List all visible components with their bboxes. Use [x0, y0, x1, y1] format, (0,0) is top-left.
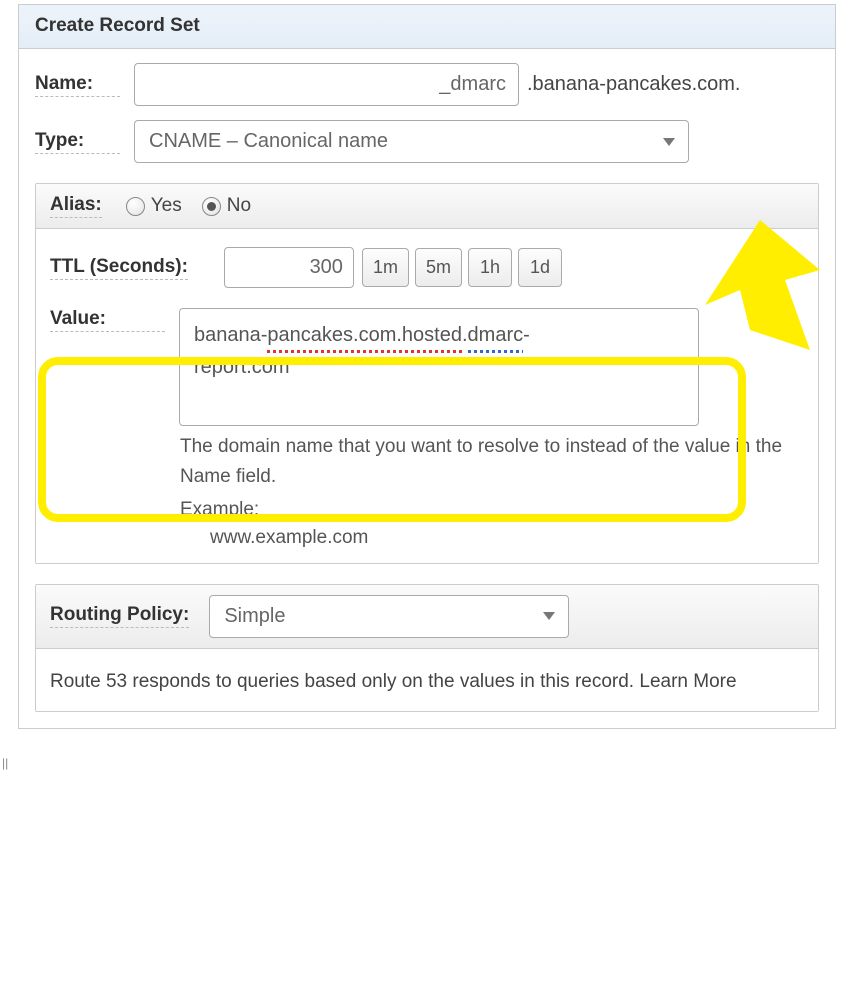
- alias-header: Alias: Yes No: [36, 184, 818, 229]
- value-example: www.example.com: [210, 527, 804, 549]
- routing-description: Route 53 responds to queries based only …: [50, 671, 639, 692]
- name-input[interactable]: [134, 63, 519, 106]
- value-row: Value: banana-pancakes.com.hosted.dmarc-…: [50, 308, 804, 426]
- alias-label: Alias:: [50, 194, 102, 218]
- type-row: Type: CNAME – Canonical name: [35, 120, 819, 163]
- learn-more-link[interactable]: Learn More: [639, 671, 736, 692]
- name-label: Name:: [35, 73, 120, 97]
- type-select[interactable]: CNAME – Canonical name: [134, 120, 689, 163]
- alias-no-label: No: [227, 195, 251, 217]
- routing-panel: Routing Policy: Simple Route 53 responds…: [35, 584, 819, 712]
- domain-suffix: .banana-pancakes.com.: [527, 73, 740, 96]
- ttl-preset-1m[interactable]: 1m: [362, 248, 409, 287]
- value-example-label: Example:: [180, 499, 804, 521]
- alias-yes-label: Yes: [151, 195, 182, 217]
- ttl-preset-1h[interactable]: 1h: [468, 248, 512, 287]
- value-label: Value:: [50, 308, 165, 332]
- alias-panel: Alias: Yes No TTL (Seconds): 1m 5m 1h 1d: [35, 183, 819, 564]
- ttl-input[interactable]: [224, 247, 354, 288]
- chevron-down-icon: [663, 138, 675, 146]
- routing-label: Routing Policy:: [50, 604, 189, 628]
- resize-handle-icon[interactable]: ||: [2, 756, 8, 770]
- routing-header: Routing Policy: Simple: [36, 585, 818, 649]
- routing-select[interactable]: Simple: [209, 595, 569, 638]
- value-textarea[interactable]: banana-pancakes.com.hosted.dmarc-report.…: [179, 308, 699, 426]
- name-row: Name: .banana-pancakes.com.: [35, 63, 819, 106]
- ttl-row: TTL (Seconds): 1m 5m 1h 1d: [50, 247, 804, 288]
- type-label: Type:: [35, 130, 120, 154]
- value-help-text: The domain name that you want to resolve…: [180, 432, 804, 493]
- ttl-preset-1d[interactable]: 1d: [518, 248, 562, 287]
- panel-title: Create Record Set: [19, 5, 835, 49]
- ttl-preset-5m[interactable]: 5m: [415, 248, 462, 287]
- alias-no-radio[interactable]: [202, 197, 221, 216]
- alias-yes-radio[interactable]: [126, 197, 145, 216]
- chevron-down-icon: [543, 612, 555, 620]
- ttl-label: TTL (Seconds):: [50, 256, 188, 280]
- create-record-set-panel: Create Record Set Name: .banana-pancakes…: [18, 4, 836, 729]
